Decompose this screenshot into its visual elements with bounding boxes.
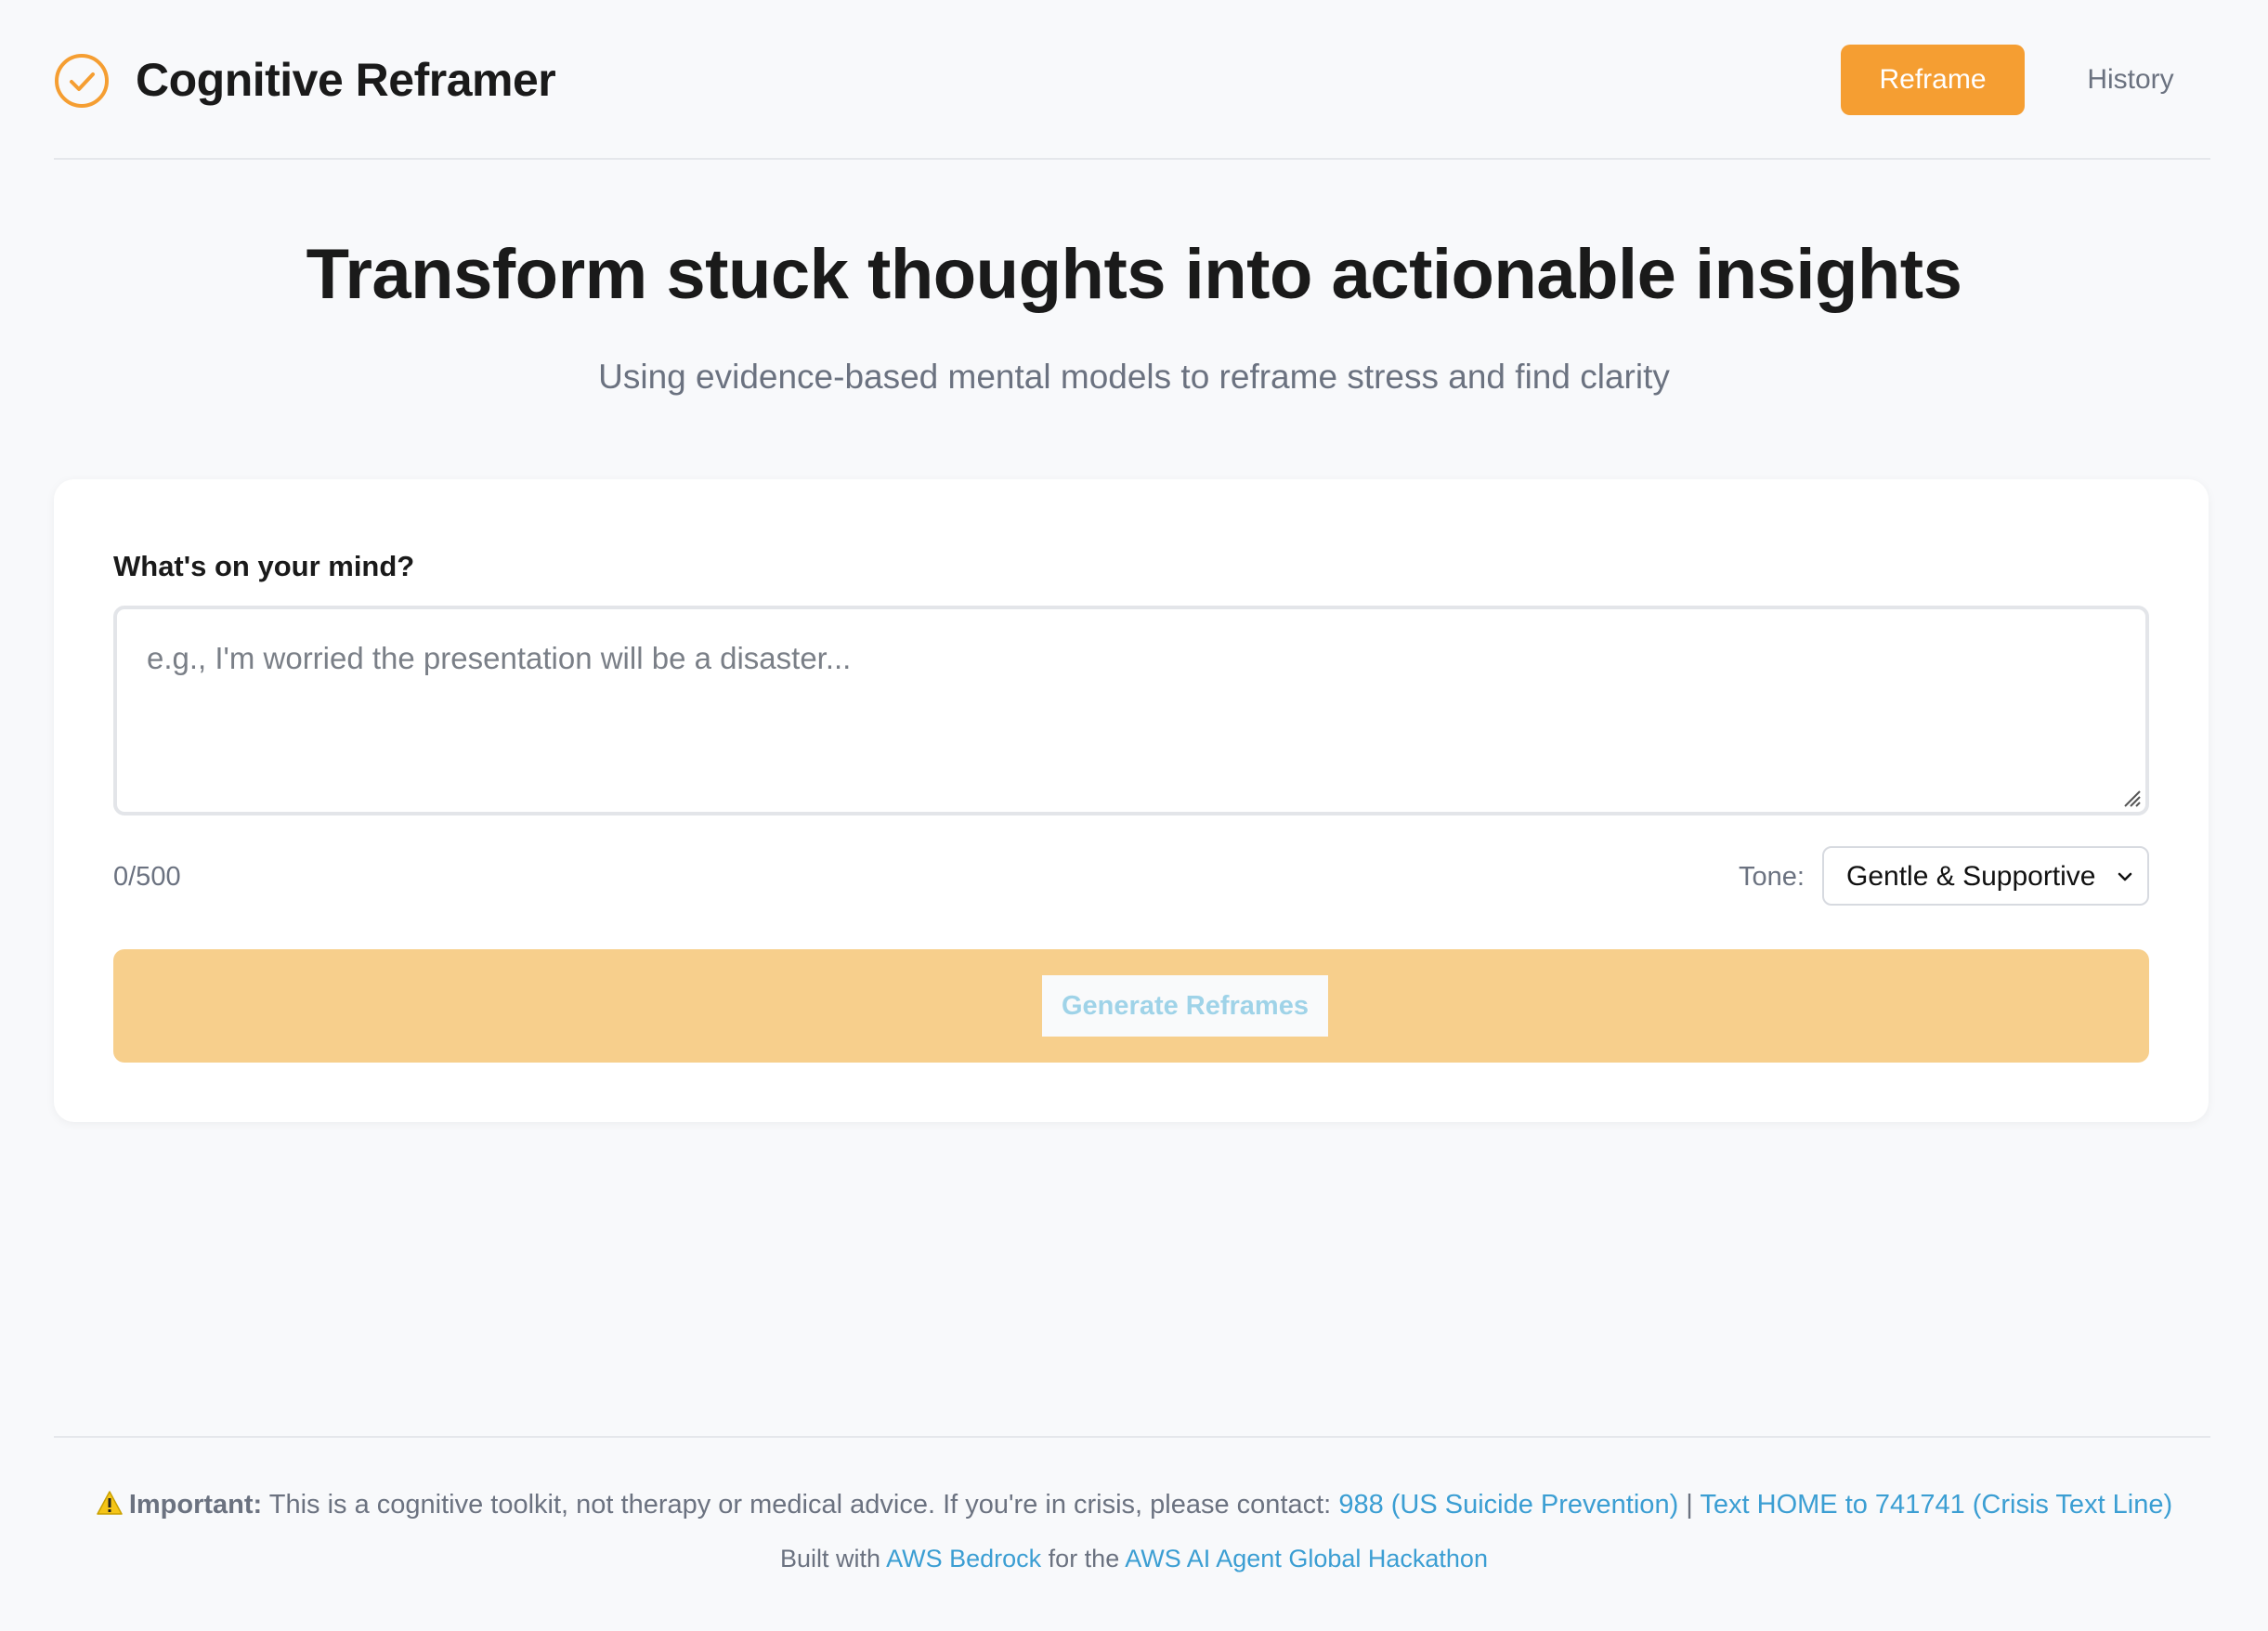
check-circle-icon (55, 54, 109, 108)
link-aws-bedrock[interactable]: AWS Bedrock (886, 1545, 1041, 1572)
built-with-text: Built with (780, 1545, 881, 1572)
tone-selected-value: Gentle & Supportive (1846, 861, 2096, 892)
credits-line: Built with AWS Bedrock for the AWS AI Ag… (0, 1538, 2268, 1579)
for-the-text: for the (1048, 1545, 1120, 1572)
link-separator: | (1686, 1490, 1693, 1520)
chevron-down-icon (2118, 872, 2132, 881)
top-header: Cognitive Reframer Reframe History (54, 0, 2210, 160)
disclaimer-text: This is a cognitive toolkit, not therapy… (268, 1490, 1332, 1520)
important-label: Important: (128, 1490, 263, 1520)
hero-title: Transform stuck thoughts into actionable… (306, 235, 1962, 314)
thought-input-label: What's on your mind? (113, 550, 415, 582)
link-988[interactable]: 988 (US Suicide Prevention) (1338, 1490, 1678, 1520)
nav-reframe-button[interactable]: Reframe (1841, 45, 2025, 115)
warning-icon (97, 1491, 123, 1515)
generate-reframes-button[interactable]: Generate Reframes (1042, 975, 1328, 1037)
app-title: Cognitive Reframer (136, 54, 556, 106)
char-count: 0/500 (113, 862, 181, 892)
resize-handle-icon[interactable] (2119, 786, 2142, 808)
link-hackathon[interactable]: AWS AI Agent Global Hackathon (1125, 1545, 1488, 1572)
tone-label: Tone: (1739, 862, 1805, 892)
link-crisis-text-line[interactable]: Text HOME to 741741 (Crisis Text Line) (1700, 1490, 2172, 1520)
generate-button-container[interactable]: Generate Reframes (113, 949, 2149, 1063)
nav-history-button[interactable]: History (2053, 45, 2209, 115)
reframe-form-card: What's on your mind? e.g., I'm worried t… (54, 479, 2209, 1122)
tone-select[interactable]: Gentle & Supportive (1822, 846, 2149, 906)
crisis-disclaimer: Important: This is a cognitive toolkit, … (0, 1482, 2268, 1527)
thought-textarea[interactable]: e.g., I'm worried the presentation will … (113, 606, 2149, 816)
footer-divider (54, 1436, 2210, 1438)
thought-textarea-placeholder: e.g., I'm worried the presentation will … (147, 641, 852, 675)
hero-subtitle: Using evidence-based mental models to re… (598, 358, 1670, 396)
